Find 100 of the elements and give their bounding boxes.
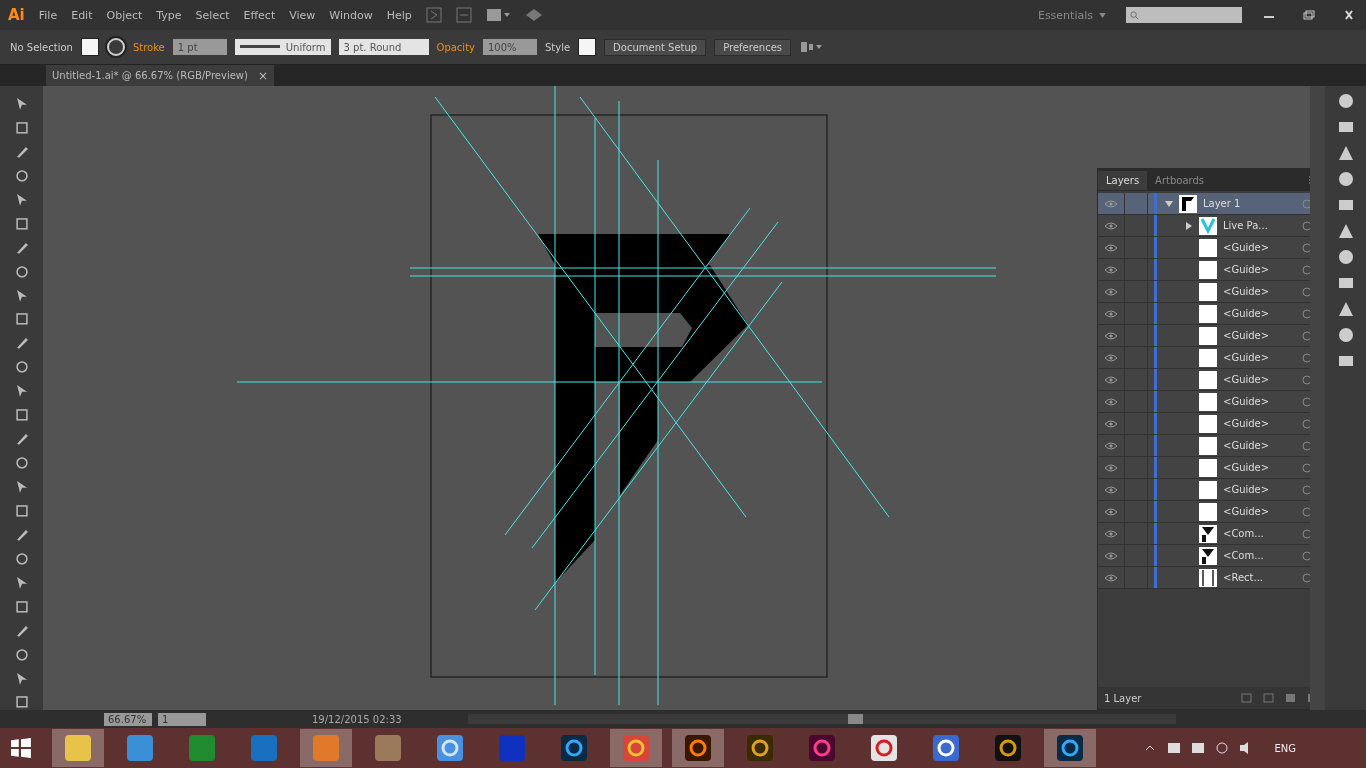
tool-icon[interactable] [13,215,30,232]
target-icon[interactable] [1302,462,1310,473]
eye-icon[interactable] [1104,419,1118,428]
layer-row[interactable]: <Com... [1098,523,1310,545]
target-icon[interactable] [1302,352,1310,363]
layer-row[interactable]: <Guide> [1098,457,1310,479]
target-icon[interactable] [1302,374,1310,385]
menu-item[interactable]: Edit [71,8,93,22]
panel-icon[interactable] [1336,300,1355,318]
tool-icon[interactable] [13,311,30,328]
collapsed-triangle-icon[interactable] [1185,221,1193,230]
restore-icon[interactable] [1302,10,1316,20]
search-field[interactable] [1126,7,1242,23]
panel-actions-icon[interactable] [1240,692,1310,704]
panel-icon[interactable] [1336,170,1355,188]
target-icon[interactable] [1302,418,1310,429]
tool-icon[interactable] [13,550,30,567]
menu-item[interactable]: Window [329,8,373,22]
layer-row[interactable]: <Guide> [1098,347,1310,369]
layer-row[interactable]: <Guide> [1098,391,1310,413]
artboard-field[interactable]: 1 [158,712,206,726]
eye-icon[interactable] [1104,463,1118,472]
menu-item[interactable]: Help [386,8,412,22]
toolbar-button[interactable]: Preferences [714,38,792,56]
target-icon[interactable] [1302,308,1310,319]
eye-icon[interactable] [1104,529,1118,538]
target-icon[interactable] [1302,220,1310,231]
tool-icon[interactable] [13,167,30,184]
target-icon[interactable] [1302,286,1310,297]
menu-item[interactable]: Select [195,8,230,22]
menu-item[interactable]: File [38,8,58,22]
variable-width-profile-dropdown[interactable]: Uniform [234,39,331,55]
stroke-swatch[interactable] [106,38,125,56]
layer-row[interactable]: <Guide> [1098,413,1310,435]
target-icon[interactable] [1302,572,1310,583]
target-icon[interactable] [1302,440,1310,451]
layer-row[interactable]: <Guide> [1098,501,1310,523]
panel-tab[interactable]: Artboards [1147,170,1213,190]
panel-icon[interactable] [1336,144,1355,162]
target-icon[interactable] [1302,528,1310,539]
layer-row[interactable]: <Guide> [1098,281,1310,303]
target-icon[interactable] [1302,264,1310,275]
eye-icon[interactable] [1104,287,1118,296]
style-swatch[interactable] [578,38,597,56]
document-tab[interactable]: Untitled-1.ai* @ 66.67% (RGB/Preview) × [46,65,274,86]
eye-icon[interactable] [1104,397,1118,406]
menu-item[interactable]: Object [106,8,143,22]
eye-icon[interactable] [1104,309,1118,318]
layer-row[interactable]: <Guide> [1098,369,1310,391]
target-icon[interactable] [1302,506,1310,517]
eye-icon[interactable] [1104,485,1118,494]
layer-row[interactable]: <Guide> [1098,259,1310,281]
close-icon[interactable] [1342,10,1356,20]
workspace-switcher[interactable]: Essentials [1031,7,1112,23]
tool-icon[interactable] [13,119,30,136]
bridge-icon[interactable] [425,7,442,23]
fill-swatch[interactable] [80,38,99,56]
vertical-scrollbar[interactable] [1310,86,1325,710]
layer-row[interactable]: <Guide> [1098,479,1310,501]
language-indicator[interactable]: ENG [1274,742,1296,754]
layer-row[interactable]: Live Pa... [1098,215,1310,237]
tool-icon[interactable] [13,694,30,711]
target-icon[interactable] [1302,484,1310,495]
stroke-weight-field[interactable]: 1 pt [172,39,227,55]
eye-icon[interactable] [1104,441,1118,450]
layer-row[interactable]: <Guide> [1098,303,1310,325]
panel-icon[interactable] [1336,248,1355,266]
stroke-link[interactable]: Stroke [132,41,165,53]
tool-icon[interactable] [13,502,30,519]
eye-icon[interactable] [1104,507,1118,516]
arrange-documents-icon[interactable] [485,7,510,23]
panel-tab[interactable]: Layers [1098,170,1148,190]
eye-icon[interactable] [1104,243,1118,252]
opacity-link[interactable]: Opacity [436,41,475,53]
layer-row[interactable]: <Com... [1098,545,1310,567]
target-icon[interactable] [1302,242,1310,253]
taskbar-app-button[interactable] [672,729,724,767]
layer-row[interactable]: <Rect... [1098,567,1310,589]
panel-icon[interactable] [1336,326,1355,344]
target-icon[interactable] [1302,396,1310,407]
target-icon[interactable] [1302,330,1310,341]
toolbar-button[interactable]: Document Setup [604,38,707,56]
tool-icon[interactable] [13,263,30,280]
target-icon[interactable] [1302,550,1310,561]
layer-row[interactable]: <Guide> [1098,237,1310,259]
eye-icon[interactable] [1104,573,1118,582]
horizontal-scrollbar[interactable] [467,714,1176,724]
eye-icon[interactable] [1104,221,1118,230]
panel-icon[interactable] [1336,222,1355,240]
layer-row[interactable]: Layer 1 [1098,193,1310,215]
opacity-field[interactable]: 100% [483,39,537,55]
align-options-icon[interactable] [799,40,824,54]
menu-item[interactable]: View [289,8,316,22]
windows-start-icon[interactable] [10,737,32,759]
eye-icon[interactable] [1104,375,1118,384]
layer-row[interactable]: <Guide> [1098,325,1310,347]
tool-icon[interactable] [13,598,30,615]
brush-dropdown[interactable]: 3 pt. Round [338,39,429,55]
menu-item[interactable]: Effect [243,8,276,22]
eye-icon[interactable] [1104,551,1118,560]
